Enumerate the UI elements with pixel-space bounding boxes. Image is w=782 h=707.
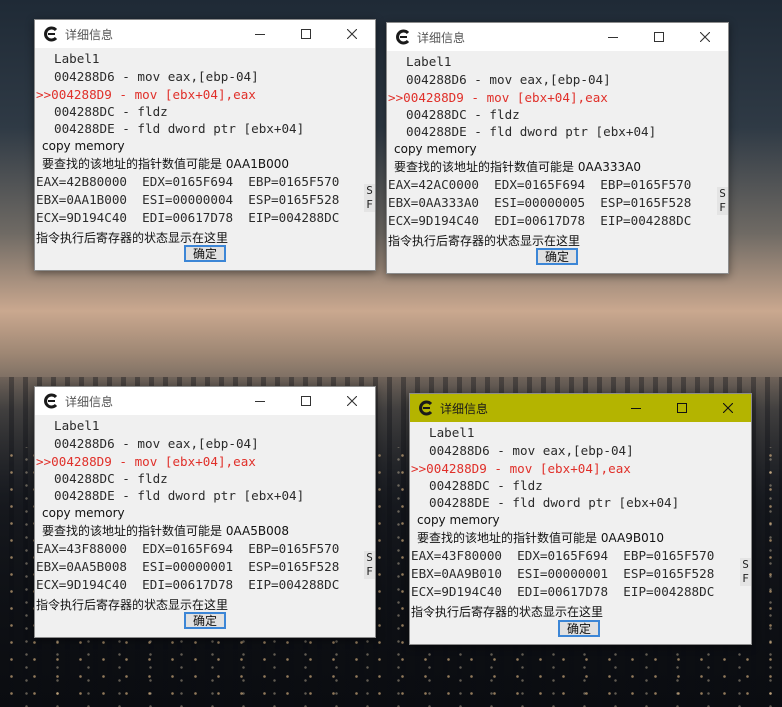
side-button-f[interactable]: F — [740, 572, 751, 586]
register-row: EBX=0AA5B008 ESI=00000001 ESP=0165F528 — [36, 559, 340, 574]
pointer-hint: 要查找的该地址的指针数值可能是 0AA5B008 — [42, 524, 289, 538]
maximize-icon — [654, 32, 664, 42]
register-row: EAX=42AC0000 EDX=0165F694 EBP=0165F570 — [388, 177, 692, 192]
code-line: 004288D6 - mov eax,[ebp-04] — [429, 443, 634, 458]
code-line: 004288D6 - mov eax,[ebp-04] — [406, 72, 611, 87]
close-icon — [347, 29, 357, 39]
code-line: 004288DE - fld dword ptr [ebx+04] — [429, 495, 680, 510]
maximize-button[interactable] — [636, 23, 682, 51]
register-row: EBX=0AA1B000 ESI=00000004 ESP=0165F528 — [36, 192, 340, 207]
code-line-current: >>004288D9 - mov [ebx+04],eax — [411, 461, 631, 476]
code-line: 004288DC - fldz — [54, 471, 168, 486]
register-row: EBX=0AA333A0 ESI=00000005 ESP=0165F528 — [388, 195, 692, 210]
code-line: 004288DE - fld dword ptr [ebx+04] — [54, 121, 305, 136]
dialog-titlebar[interactable]: 详细信息 — [35, 20, 375, 48]
maximize-icon — [301, 396, 311, 406]
details-dialog-3: 详细信息 Label1 004288D6 - mov eax,[ebp-04] … — [34, 386, 376, 638]
code-line: 004288D6 - mov eax,[ebp-04] — [54, 436, 259, 451]
register-row: EAX=43F88000 EDX=0165F694 EBP=0165F570 — [36, 541, 340, 556]
close-button[interactable] — [329, 20, 375, 48]
side-button-f[interactable]: F — [364, 565, 375, 579]
pointer-hint: 要查找的该地址的指针数值可能是 0AA9B010 — [417, 531, 664, 545]
minimize-icon — [255, 401, 265, 402]
cheat-engine-icon — [396, 29, 410, 45]
code-line: 004288DC - fldz — [54, 104, 168, 119]
register-row: EBX=0AA9B010 ESI=00000001 ESP=0165F528 — [411, 566, 715, 581]
side-button-f[interactable]: F — [717, 201, 728, 215]
side-button-s[interactable]: S — [364, 551, 375, 565]
dialog-titlebar[interactable]: 详细信息 — [410, 394, 751, 422]
status-text: 指令执行后寄存器的状态显示在这里 — [36, 598, 229, 612]
minimize-button[interactable] — [237, 20, 283, 48]
minimize-icon — [631, 408, 641, 409]
side-button-s[interactable]: S — [740, 558, 751, 572]
copy-memory-link[interactable]: copy memory — [394, 142, 477, 156]
register-row: ECX=9D194C40 EDI=00617D78 EIP=004288DC — [411, 584, 715, 599]
cheat-engine-icon — [44, 26, 58, 42]
details-dialog-4: 详细信息 Label1 004288D6 - mov eax,[ebp-04] … — [409, 393, 752, 645]
copy-memory-link[interactable]: copy memory — [42, 506, 125, 520]
code-line-current: >>004288D9 - mov [ebx+04],eax — [388, 90, 608, 105]
dialog-title: 详细信息 — [65, 27, 114, 42]
ok-button[interactable]: 确定 — [558, 620, 600, 637]
code-line: 004288DE - fld dword ptr [ebx+04] — [54, 488, 305, 503]
close-icon — [700, 32, 710, 42]
details-dialog-1: 详细信息 Label1 004288D6 - mov eax,[ebp-04] … — [34, 19, 376, 271]
side-button-s[interactable]: S — [364, 184, 375, 198]
maximize-button[interactable] — [659, 394, 705, 422]
dialog-titlebar[interactable]: 详细信息 — [387, 23, 728, 51]
copy-memory-link[interactable]: copy memory — [42, 139, 125, 153]
copy-memory-link[interactable]: copy memory — [417, 513, 500, 527]
register-row: ECX=9D194C40 EDI=00617D78 EIP=004288DC — [36, 210, 340, 225]
dialog-title: 详细信息 — [417, 30, 466, 45]
close-button[interactable] — [329, 387, 375, 415]
status-text: 指令执行后寄存器的状态显示在这里 — [388, 234, 581, 248]
code-line-current: >>004288D9 - mov [ebx+04],eax — [36, 454, 256, 469]
dialog-title: 详细信息 — [65, 394, 114, 409]
code-line: 004288DE - fld dword ptr [ebx+04] — [406, 124, 657, 139]
code-label: Label1 — [429, 425, 475, 440]
maximize-button[interactable] — [283, 20, 329, 48]
code-line: 004288DC - fldz — [429, 478, 543, 493]
minimize-button[interactable] — [590, 23, 636, 51]
code-label: Label1 — [54, 418, 100, 433]
close-icon — [347, 396, 357, 406]
register-row: EAX=42B80000 EDX=0165F694 EBP=0165F570 — [36, 174, 340, 189]
register-row: ECX=9D194C40 EDI=00617D78 EIP=004288DC — [36, 577, 340, 592]
pointer-hint: 要查找的该地址的指针数值可能是 0AA1B000 — [42, 157, 289, 171]
close-button[interactable] — [705, 394, 751, 422]
maximize-icon — [301, 29, 311, 39]
status-text: 指令执行后寄存器的状态显示在这里 — [411, 605, 604, 619]
side-button-s[interactable]: S — [717, 187, 728, 201]
code-label: Label1 — [54, 51, 100, 66]
minimize-icon — [255, 34, 265, 35]
details-dialog-2: 详细信息 Label1 004288D6 - mov eax,[ebp-04] … — [386, 22, 729, 274]
pointer-hint: 要查找的该地址的指针数值可能是 0AA333A0 — [394, 160, 641, 174]
status-text: 指令执行后寄存器的状态显示在这里 — [36, 231, 229, 245]
minimize-button[interactable] — [237, 387, 283, 415]
close-button[interactable] — [682, 23, 728, 51]
minimize-icon — [608, 37, 618, 38]
ok-button[interactable]: 确定 — [184, 245, 226, 262]
side-button-f[interactable]: F — [364, 198, 375, 212]
register-row: ECX=9D194C40 EDI=00617D78 EIP=004288DC — [388, 213, 692, 228]
cheat-engine-icon — [419, 400, 433, 416]
ok-button[interactable]: 确定 — [184, 612, 226, 629]
code-line: 004288DC - fldz — [406, 107, 520, 122]
cheat-engine-icon — [44, 393, 58, 409]
code-line: 004288D6 - mov eax,[ebp-04] — [54, 69, 259, 84]
code-line-current: >>004288D9 - mov [ebx+04],eax — [36, 87, 256, 102]
register-row: EAX=43F80000 EDX=0165F694 EBP=0165F570 — [411, 548, 715, 563]
minimize-button[interactable] — [613, 394, 659, 422]
code-label: Label1 — [406, 54, 452, 69]
dialog-titlebar[interactable]: 详细信息 — [35, 387, 375, 415]
close-icon — [723, 403, 733, 413]
dialog-title: 详细信息 — [440, 401, 489, 416]
ok-button[interactable]: 确定 — [536, 248, 578, 265]
maximize-icon — [677, 403, 687, 413]
maximize-button[interactable] — [283, 387, 329, 415]
